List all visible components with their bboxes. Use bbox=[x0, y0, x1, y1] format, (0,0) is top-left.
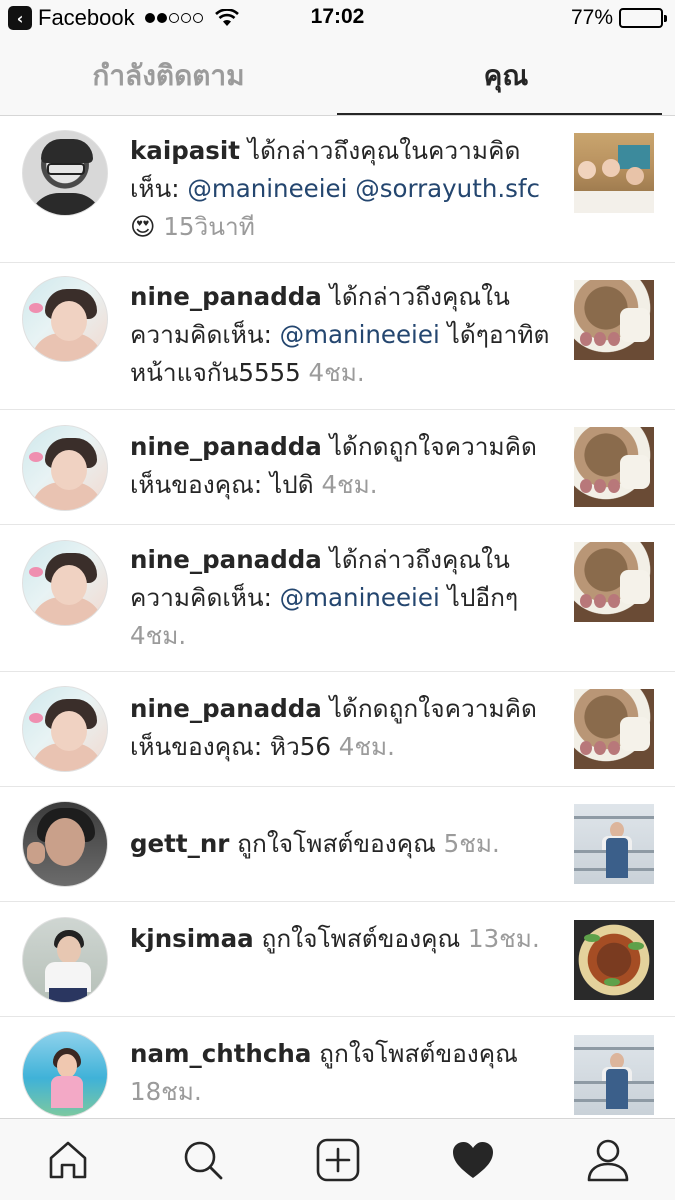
avatar-gett-nr[interactable] bbox=[22, 801, 108, 887]
notification-text: kjnsimaa ถูกใจโพสต์ของคุณ 13ชม. bbox=[130, 920, 555, 958]
username[interactable]: nine_panadda bbox=[130, 694, 322, 723]
avatar-nine-panadda[interactable] bbox=[22, 276, 108, 362]
bottom-navigation bbox=[0, 1118, 675, 1200]
mention-link[interactable]: @manineeiei bbox=[280, 320, 440, 349]
post-thumbnail[interactable] bbox=[574, 804, 654, 884]
notification-row[interactable]: nam_chthcha ถูกใจโพสต์ของคุณ 18ชม. bbox=[0, 1017, 675, 1117]
post-thumbnail[interactable] bbox=[574, 427, 654, 507]
notification-row[interactable]: nine_panadda ได้กดถูกใจความคิดเห็นของคุณ… bbox=[0, 410, 675, 525]
nav-activity-button[interactable] bbox=[405, 1119, 540, 1200]
notification-text: nine_panadda ได้กดถูกใจความคิดเห็นของคุณ… bbox=[130, 690, 555, 766]
timestamp: 15วินาที bbox=[163, 212, 255, 241]
avatar-nine-panadda[interactable] bbox=[22, 686, 108, 772]
post-thumbnail[interactable] bbox=[574, 133, 654, 213]
notification-message: ถูกใจโพสต์ของคุณ bbox=[229, 829, 444, 858]
add-post-icon bbox=[316, 1138, 359, 1182]
emoji: 😍 bbox=[130, 212, 156, 241]
username[interactable]: gett_nr bbox=[130, 829, 229, 858]
battery-status: 77% bbox=[570, 6, 667, 30]
notification-text: kaipasit ได้กล่าวถึงคุณในความคิดเห็น: @m… bbox=[130, 132, 555, 246]
notification-row[interactable]: nine_panadda ได้กดถูกใจความคิดเห็นของคุณ… bbox=[0, 672, 675, 787]
notification-row[interactable]: kaipasit ได้กล่าวถึงคุณในความคิดเห็น: @m… bbox=[0, 116, 675, 263]
profile-icon bbox=[587, 1139, 628, 1182]
activity-tabs: กำลังติดตาม คุณ bbox=[0, 36, 675, 116]
timestamp: 4ชม. bbox=[338, 732, 395, 761]
username[interactable]: nam_chthcha bbox=[130, 1039, 311, 1068]
battery-percent: 77% bbox=[570, 6, 613, 29]
post-thumbnail[interactable] bbox=[574, 1035, 654, 1115]
avatar-nine-panadda[interactable] bbox=[22, 425, 108, 511]
nav-profile-button[interactable] bbox=[540, 1119, 675, 1200]
notification-row[interactable]: gett_nr ถูกใจโพสต์ของคุณ 5ชม. bbox=[0, 787, 675, 902]
active-tab-indicator bbox=[337, 113, 662, 115]
username[interactable]: nine_panadda bbox=[130, 432, 322, 461]
status-bar: ‹ Facebook 17:02 77% bbox=[0, 0, 675, 36]
timestamp: 13ชม. bbox=[468, 924, 540, 953]
notification-list: kaipasit ได้กล่าวถึงคุณในความคิดเห็น: @m… bbox=[0, 116, 675, 1117]
tab-you[interactable]: คุณ bbox=[337, 36, 675, 116]
timestamp: 4ชม. bbox=[308, 358, 365, 387]
notification-row[interactable]: nine_panadda ได้กล่าวถึงคุณในความคิดเห็น… bbox=[0, 525, 675, 672]
post-thumbnail[interactable] bbox=[574, 920, 654, 1000]
nav-search-button[interactable] bbox=[135, 1119, 270, 1200]
nav-add-button[interactable] bbox=[270, 1119, 405, 1200]
post-thumbnail[interactable] bbox=[574, 542, 654, 622]
timestamp: 4ชม. bbox=[130, 621, 187, 650]
mention-link[interactable]: @manineeiei bbox=[280, 583, 440, 612]
mention-link[interactable]: @manineeiei bbox=[187, 174, 347, 203]
post-thumbnail[interactable] bbox=[574, 689, 654, 769]
timestamp: 5ชม. bbox=[443, 829, 500, 858]
notification-row[interactable]: kjnsimaa ถูกใจโพสต์ของคุณ 13ชม. bbox=[0, 902, 675, 1017]
notification-text: nine_panadda ได้กล่าวถึงคุณในความคิดเห็น… bbox=[130, 278, 555, 392]
notification-text: gett_nr ถูกใจโพสต์ของคุณ 5ชม. bbox=[130, 825, 555, 863]
notification-text: nine_panadda ได้กดถูกใจความคิดเห็นของคุณ… bbox=[130, 428, 555, 504]
timestamp: 18ชม. bbox=[130, 1077, 202, 1106]
notification-text: nam_chthcha ถูกใจโพสต์ของคุณ 18ชม. bbox=[130, 1035, 555, 1111]
activity-heart-icon bbox=[452, 1142, 493, 1178]
search-icon bbox=[184, 1141, 222, 1180]
notification-message: ถูกใจโพสต์ของคุณ bbox=[311, 1039, 518, 1068]
notification-text: nine_panadda ได้กล่าวถึงคุณในความคิดเห็น… bbox=[130, 541, 555, 655]
notification-message-tail: ไปอีกๆ bbox=[439, 583, 519, 612]
post-thumbnail[interactable] bbox=[574, 280, 654, 360]
avatar-kaipasit[interactable] bbox=[22, 130, 108, 216]
username[interactable]: nine_panadda bbox=[130, 282, 322, 311]
username[interactable]: kaipasit bbox=[130, 136, 240, 165]
notification-message: ถูกใจโพสต์ของคุณ bbox=[253, 924, 468, 953]
username[interactable]: nine_panadda bbox=[130, 545, 322, 574]
nav-home-button[interactable] bbox=[0, 1119, 135, 1200]
avatar-kjnsimaa[interactable] bbox=[22, 917, 108, 1003]
username[interactable]: kjnsimaa bbox=[130, 924, 254, 953]
battery-icon bbox=[619, 8, 667, 28]
avatar-nine-panadda[interactable] bbox=[22, 540, 108, 626]
home-icon bbox=[49, 1141, 86, 1179]
timestamp: 4ชม. bbox=[321, 470, 378, 499]
mention-link[interactable]: @sorrayuth.sfc bbox=[355, 174, 540, 203]
notification-row[interactable]: nine_panadda ได้กล่าวถึงคุณในความคิดเห็น… bbox=[0, 263, 675, 410]
avatar-nam-chthcha[interactable] bbox=[22, 1031, 108, 1117]
tab-following[interactable]: กำลังติดตาม bbox=[0, 36, 337, 116]
